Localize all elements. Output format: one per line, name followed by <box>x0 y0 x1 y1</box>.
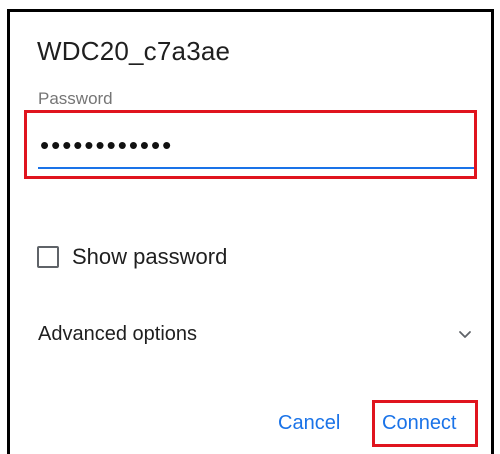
password-field-label: Password <box>38 89 113 108</box>
cancel-button[interactable]: Cancel <box>278 412 340 435</box>
wifi-connect-dialog <box>7 9 494 454</box>
advanced-options-toggle[interactable]: Advanced options <box>38 323 197 346</box>
show-password-label[interactable]: Show password <box>72 244 227 270</box>
password-input-highlight <box>24 110 477 179</box>
show-password-checkbox[interactable] <box>37 246 59 268</box>
chevron-down-icon[interactable] <box>457 327 473 343</box>
network-name-title: WDC20_c7a3ae <box>37 36 231 66</box>
connect-button[interactable]: Connect <box>382 412 457 435</box>
screen: WDC20_c7a3ae Password •••••••••••• Show … <box>0 0 500 454</box>
